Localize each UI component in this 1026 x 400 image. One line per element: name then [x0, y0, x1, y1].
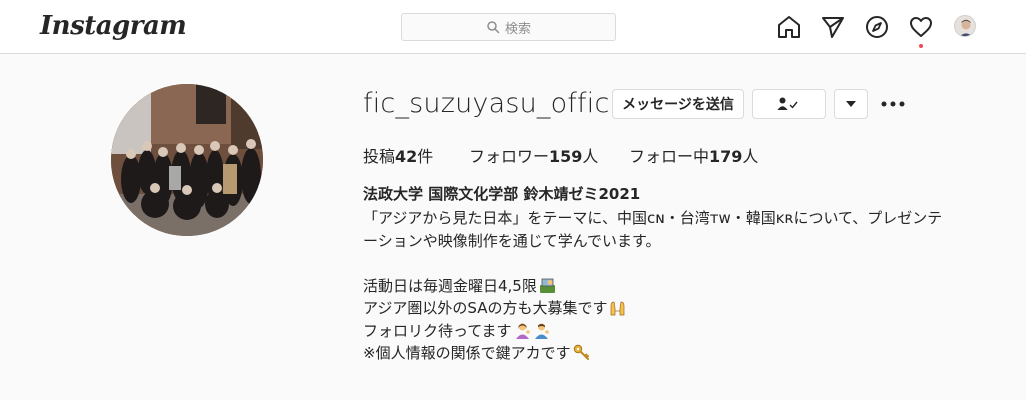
profile-picture[interactable]: [111, 84, 263, 236]
followers-number: 159: [549, 147, 583, 166]
profile-avatar[interactable]: [954, 15, 976, 37]
activity-heart-icon[interactable]: [908, 14, 934, 40]
following-label: フォロー中: [629, 147, 710, 166]
send-message-button[interactable]: メッセージを送信: [612, 89, 744, 119]
person-check-icon: [777, 97, 798, 110]
person-at-computer-emoji-icon: [539, 278, 555, 293]
bio-line-activity: 活動日は毎週金曜日4,5限: [363, 275, 988, 298]
search-input[interactable]: 検索: [401, 13, 616, 41]
bio-line: [363, 252, 988, 275]
posts-label: 投稿: [363, 147, 396, 166]
chevron-down-icon: [846, 101, 856, 107]
followers-count[interactable]: フォロワー159人: [469, 143, 598, 167]
bio-follow-text: フォロリク待ってます: [363, 321, 512, 340]
key-emoji-icon: [573, 344, 589, 360]
more-dots-icon: [881, 101, 905, 107]
profile-bio: 「アジアから見た日本」をテーマに、中国ᴄɴ・台湾ᴛᴡ・韓国ᴋʀについて、プレゼン…: [363, 207, 988, 365]
search-placeholder: 検索: [504, 21, 531, 37]
following-count[interactable]: フォロー中179人: [629, 143, 758, 167]
bio-activity-text: 活動日は毎週金曜日4,5限: [363, 276, 537, 295]
profile-full-name: 法政大学 国際文化学部 鈴木靖ゼミ2021: [363, 185, 641, 203]
direct-icon[interactable]: [820, 14, 846, 40]
following-button[interactable]: [752, 89, 826, 119]
profile-username: fic_suzuyasu_official: [363, 88, 642, 119]
bio-line-private: ※個人情報の関係で鍵アカです: [363, 342, 988, 365]
suggested-dropdown-button[interactable]: [834, 89, 868, 119]
person-tipping-hand-emoji-icon: [515, 323, 530, 339]
following-number: 179: [709, 147, 743, 166]
posts-number: 42: [395, 147, 418, 166]
bio-line-recruit: アジア圏以外のSAの方も大募集です: [363, 297, 988, 320]
raising-hands-emoji-icon: [611, 301, 625, 316]
instagram-logo[interactable]: Instagram: [40, 11, 187, 41]
notification-dot: [919, 44, 923, 48]
bio-line: 「アジアから見た日本」をテーマに、中国ᴄɴ・台湾ᴛᴡ・韓国ᴋʀについて、プレゼン…: [363, 209, 943, 227]
explore-icon[interactable]: [864, 14, 890, 40]
bio-recruit-text: アジア圏以外のSAの方も大募集です: [363, 299, 608, 317]
posts-unit: 件: [417, 147, 434, 166]
bio-line-follow: フォロリク待ってます: [363, 320, 988, 343]
person-tipping-hand-emoji-icon: [534, 323, 549, 339]
bio-private-text: ※個人情報の関係で鍵アカです: [363, 344, 571, 362]
search-icon: [487, 21, 500, 34]
more-options-button[interactable]: [881, 96, 905, 112]
following-unit: 人: [742, 147, 759, 166]
followers-unit: 人: [582, 147, 599, 166]
posts-count: 投稿42件: [363, 143, 433, 167]
followers-label: フォロワー: [469, 147, 550, 166]
home-icon[interactable]: [776, 14, 802, 40]
bio-line: ーションや映像制作を通じて学んでいます。: [363, 231, 661, 250]
